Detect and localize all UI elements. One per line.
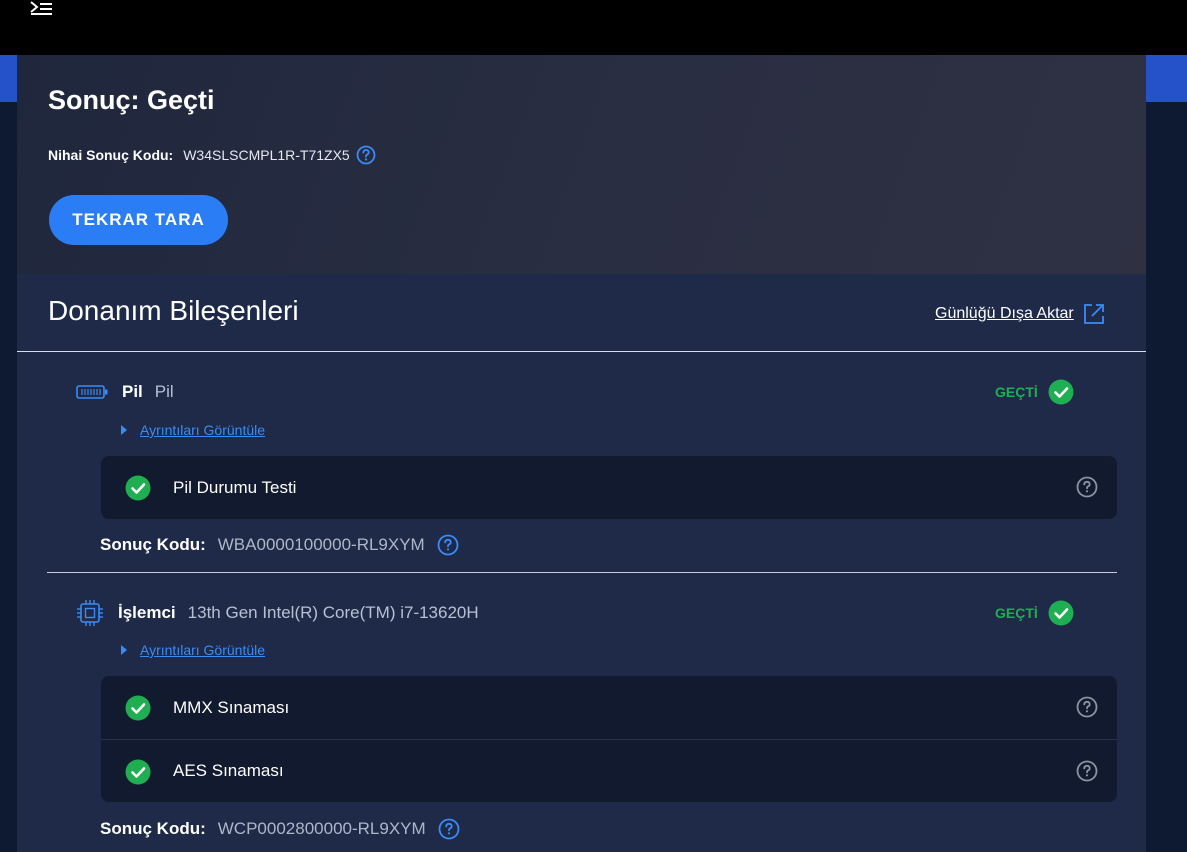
view-details-toggle[interactable]: Ayrıntıları Görüntüle bbox=[121, 421, 265, 439]
component-name: Pil bbox=[122, 382, 143, 401]
status-badge: GEÇTİ bbox=[995, 605, 1038, 621]
result-summary: Sonuç: Geçti Nihai Sonuç Kodu: W34SLSCMP… bbox=[17, 55, 1146, 274]
help-circle-icon[interactable] bbox=[356, 145, 376, 165]
component-result-code: Sonuç Kodu: WCP0002800000-RL9XYM bbox=[100, 817, 460, 841]
test-list: Pil Durumu Testi bbox=[101, 456, 1117, 519]
check-circle-icon bbox=[1048, 379, 1074, 405]
check-circle-icon bbox=[1048, 600, 1074, 626]
section-title: Donanım Bileşenleri bbox=[48, 295, 299, 326]
result-code-value: WCP0002800000-RL9XYM bbox=[217, 819, 426, 838]
check-circle-icon bbox=[125, 475, 151, 501]
caret-right-icon bbox=[121, 425, 127, 435]
component-status: GEÇTİ bbox=[995, 379, 1074, 405]
component-status: GEÇTİ bbox=[995, 600, 1074, 626]
view-details-toggle[interactable]: Ayrıntıları Görüntüle bbox=[121, 641, 265, 659]
test-name: Pil Durumu Testi bbox=[173, 477, 297, 497]
final-result-code: Nihai Sonuç Kodu: W34SLSCMPL1R-T71ZX5 bbox=[48, 144, 376, 166]
help-circle-icon[interactable] bbox=[1076, 760, 1098, 782]
help-circle-icon[interactable] bbox=[438, 818, 460, 840]
component-header-cpu: İşlemci 13th Gen Intel(R) Core(TM) i7-13… bbox=[76, 600, 479, 626]
test-name: MMX Sınaması bbox=[173, 697, 290, 717]
component-description: Pil bbox=[154, 382, 174, 401]
test-name: AES Sınaması bbox=[173, 761, 284, 780]
component-name: İşlemci bbox=[118, 603, 176, 622]
test-row: MMX Sınaması bbox=[101, 676, 1117, 739]
test-list: MMX Sınaması AES Sınaması bbox=[101, 676, 1117, 802]
component-description: 13th Gen Intel(R) Core(TM) i7-13620H bbox=[187, 603, 479, 622]
component-divider bbox=[47, 572, 1117, 573]
results-card: Sonuç: Geçti Nihai Sonuç Kodu: W34SLSCMP… bbox=[17, 55, 1146, 852]
help-circle-icon[interactable] bbox=[437, 534, 459, 556]
check-circle-icon bbox=[125, 759, 151, 785]
external-link-icon bbox=[1082, 302, 1106, 326]
export-log-link[interactable]: Günlüğü Dışa Aktar bbox=[935, 301, 1106, 327]
final-code-value: W34SLSCMPL1R-T71ZX5 bbox=[183, 147, 350, 163]
status-badge: GEÇTİ bbox=[995, 384, 1038, 400]
terminal-menu-icon[interactable] bbox=[28, 0, 56, 20]
battery-icon bbox=[76, 384, 108, 400]
final-code-label: Nihai Sonuç Kodu: bbox=[48, 147, 174, 163]
test-row: AES Sınaması bbox=[101, 739, 1117, 802]
top-bar bbox=[0, 0, 1187, 55]
help-circle-icon[interactable] bbox=[1076, 476, 1098, 498]
check-circle-icon bbox=[125, 695, 151, 721]
component-result-code: Sonuç Kodu: WBA0000100000-RL9XYM bbox=[100, 533, 459, 557]
component-header-battery: Pil Pil bbox=[76, 379, 174, 405]
cpu-icon bbox=[76, 599, 104, 627]
result-title: Sonuç: Geçti bbox=[48, 85, 215, 115]
result-code-label: Sonuç Kodu: bbox=[100, 819, 206, 838]
section-divider bbox=[17, 351, 1146, 352]
view-details-label: Ayrıntıları Görüntüle bbox=[140, 422, 266, 438]
caret-right-icon bbox=[121, 645, 127, 655]
rescan-button[interactable]: TEKRAR TARA bbox=[49, 195, 228, 245]
export-log-label: Günlüğü Dışa Aktar bbox=[935, 305, 1074, 322]
help-circle-icon[interactable] bbox=[1076, 696, 1098, 718]
view-details-label: Ayrıntıları Görüntüle bbox=[140, 642, 266, 658]
result-code-value: WBA0000100000-RL9XYM bbox=[217, 535, 425, 554]
result-code-label: Sonuç Kodu: bbox=[100, 535, 206, 554]
test-row: Pil Durumu Testi bbox=[101, 456, 1117, 519]
